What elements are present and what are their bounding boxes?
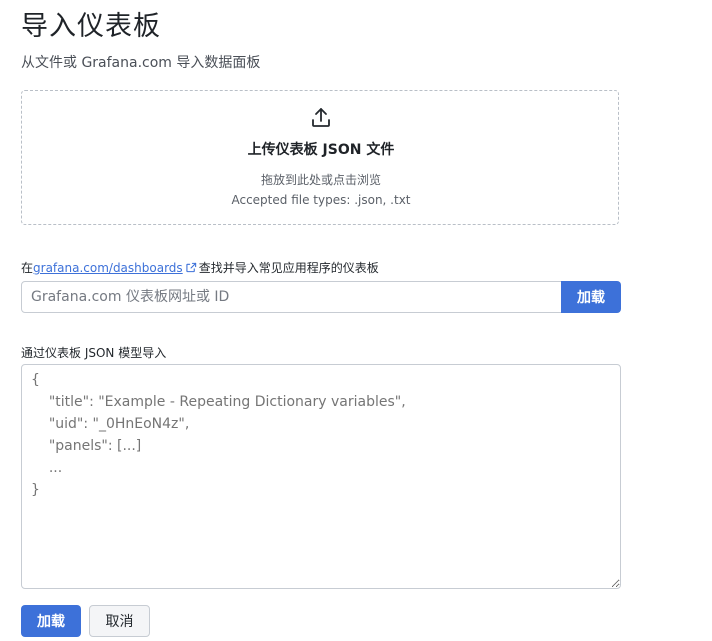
upload-icon [312,108,330,127]
page-title: 导入仪表板 [21,11,161,42]
load-button[interactable]: 加载 [21,605,81,637]
cancel-button[interactable]: 取消 [89,605,150,637]
external-link-icon[interactable] [186,262,197,273]
grafana-com-label-suffix: 查找并导入常见应用程序的仪表板 [198,261,379,275]
accepted-file-types: Accepted file types: .json, .txt [231,193,411,207]
json-model-label: 通过仪表板 JSON 模型导入 [21,346,167,360]
json-model-textarea[interactable] [21,364,621,589]
grafana-com-load-button[interactable]: 加载 [561,281,621,313]
grafana-com-label-prefix: 在 [21,261,34,275]
grafana-com-url-input[interactable] [21,281,562,313]
grafana-com-dashboards-link[interactable]: grafana.com/dashboards [33,261,183,275]
grafana-com-label: 在grafana.com/dashboards 查找并导入常见应用程序的仪表板 [21,258,379,278]
upload-title: 上传仪表板 JSON 文件 [247,142,395,158]
import-dashboard-page: 导入仪表板 从文件或 Grafana.com 导入数据面板 上传仪表板 JSON… [0,0,712,641]
page-subtitle: 从文件或 Grafana.com 导入数据面板 [21,55,261,71]
upload-hint: 拖放到此处或点击浏览 [260,173,381,187]
